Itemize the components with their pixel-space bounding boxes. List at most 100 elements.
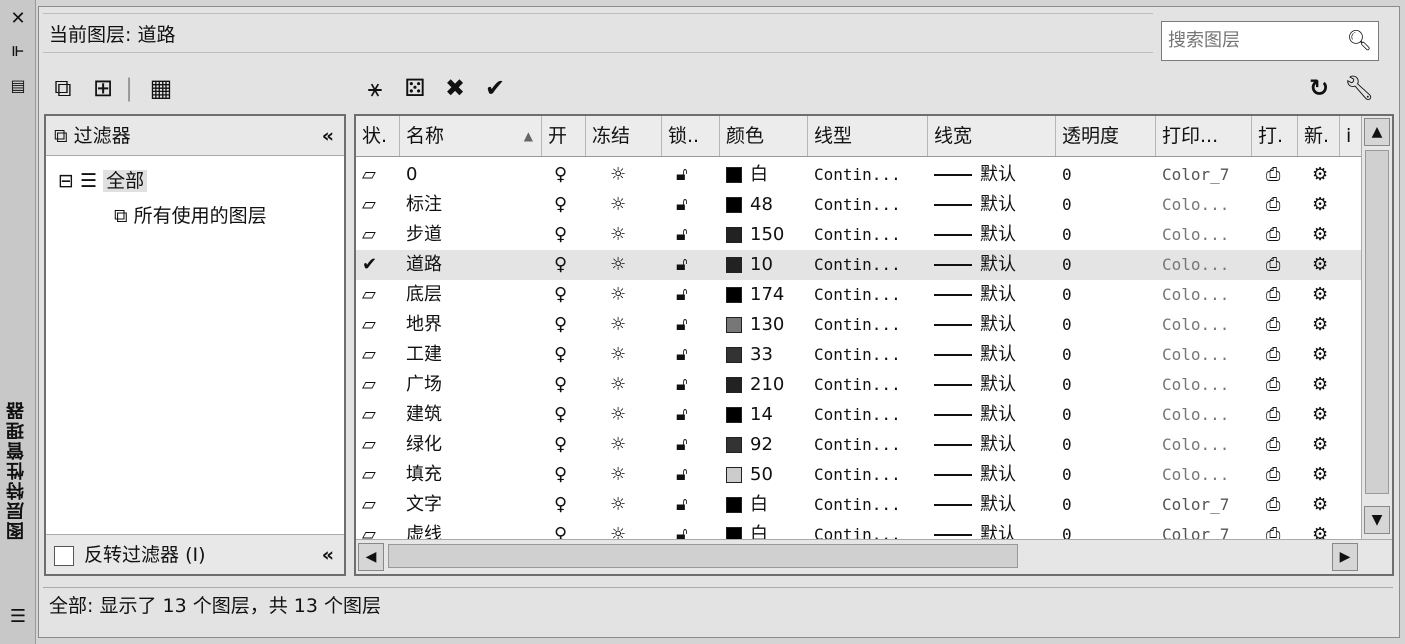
autohide-icon[interactable]: ⊩ (6, 44, 30, 60)
layer-row[interactable]: ▱ 建筑 ♀ ☼ 🔓︎ 14 Contin... 默认 0 Colo... ⎙ ⚙ (356, 400, 1364, 430)
collapse-panel-icon[interactable]: « (322, 535, 334, 575)
sun-icon[interactable]: ☼ (610, 220, 640, 250)
layer-status-icon[interactable]: ▱ (362, 400, 396, 430)
layer-linetype[interactable]: Contin... (814, 190, 924, 220)
unlock-icon[interactable]: 🔓︎ (676, 400, 706, 430)
scroll-up-icon[interactable]: ▲ (1364, 118, 1390, 146)
layer-plot-style[interactable]: Color_7 (1162, 490, 1250, 520)
sun-icon[interactable]: ☼ (610, 460, 640, 490)
layer-transparency[interactable]: 0 (1062, 250, 1152, 280)
layer-status-icon[interactable]: ▱ (362, 430, 396, 460)
layer-linetype[interactable]: Contin... (814, 220, 924, 250)
set-current-icon[interactable]: ✔ (477, 71, 513, 105)
printer-icon[interactable]: ⎙ (1266, 340, 1296, 370)
layer-states-manager-icon[interactable]: ▦ (143, 71, 179, 105)
layer-lineweight[interactable]: 默认 (934, 160, 1052, 190)
printer-icon[interactable]: ⎙ (1266, 460, 1296, 490)
bulb-icon[interactable]: ♀ (554, 250, 584, 280)
layer-color[interactable]: 92 (726, 430, 806, 460)
printer-icon[interactable]: ⎙ (1266, 250, 1296, 280)
layer-name[interactable]: 建筑 (406, 400, 540, 430)
sun-icon[interactable]: ☼ (610, 190, 640, 220)
sun-icon[interactable]: ☼ (610, 370, 640, 400)
invert-filter-checkbox[interactable] (54, 545, 74, 566)
sun-icon[interactable]: ☼ (610, 160, 640, 190)
layer-status-icon[interactable]: ▱ (362, 490, 396, 520)
layer-name[interactable]: 底层 (406, 280, 540, 310)
delete-layer-icon[interactable]: ✖ (437, 71, 473, 105)
new-vp-freeze-icon[interactable]: ⚙ (1312, 490, 1340, 520)
new-vp-freeze-icon[interactable]: ⚙ (1312, 400, 1340, 430)
column-on[interactable]: 开 (542, 116, 586, 156)
close-icon[interactable]: ✕ (6, 8, 30, 29)
layer-name[interactable]: 地界 (406, 310, 540, 340)
column-status[interactable]: 状. (356, 116, 400, 156)
bulb-icon[interactable]: ♀ (554, 370, 584, 400)
layer-linetype[interactable]: Contin... (814, 400, 924, 430)
layer-color[interactable]: 150 (726, 220, 806, 250)
column-new-vp-freeze[interactable]: 新. (1298, 116, 1340, 156)
layer-color[interactable]: 白 (726, 160, 806, 190)
refresh-icon[interactable]: ↻ (1301, 71, 1337, 105)
layer-row[interactable]: ▱ 地界 ♀ ☼ 🔓︎ 130 Contin... 默认 0 Colo... ⎙ ⚙ (356, 310, 1364, 340)
unlock-icon[interactable]: 🔓︎ (676, 250, 706, 280)
layer-name[interactable]: 文字 (406, 490, 540, 520)
layer-lineweight[interactable]: 默认 (934, 340, 1052, 370)
unlock-icon[interactable]: 🔓︎ (676, 340, 706, 370)
layer-lineweight[interactable]: 默认 (934, 400, 1052, 430)
layer-row[interactable]: ▱ 绿化 ♀ ☼ 🔓︎ 92 Contin... 默认 0 Colo... ⎙ ⚙ (356, 430, 1364, 460)
layer-color[interactable]: 10 (726, 250, 806, 280)
collapse-node-icon[interactable]: ⊟ (58, 170, 74, 192)
layer-plot-style[interactable]: Colo... (1162, 460, 1250, 490)
layer-row[interactable]: ▱ 填充 ♀ ☼ 🔓︎ 50 Contin... 默认 0 Colo... ⎙ ⚙ (356, 460, 1364, 490)
layer-linetype[interactable]: Contin... (814, 250, 924, 280)
sun-icon[interactable]: ☼ (610, 430, 640, 460)
properties-menu-icon[interactable]: ▤ (6, 76, 30, 95)
layer-lineweight[interactable]: 默认 (934, 370, 1052, 400)
bulb-icon[interactable]: ♀ (554, 190, 584, 220)
sun-icon[interactable]: ☼ (610, 400, 640, 430)
new-vp-freeze-icon[interactable]: ⚙ (1312, 310, 1340, 340)
layer-transparency[interactable]: 0 (1062, 190, 1152, 220)
layer-transparency[interactable]: 0 (1062, 490, 1152, 520)
new-vp-freeze-icon[interactable]: ⚙ (1312, 340, 1340, 370)
layer-linetype[interactable]: Contin... (814, 370, 924, 400)
search-input[interactable] (1162, 22, 1349, 58)
sun-icon[interactable]: ☼ (610, 280, 640, 310)
layer-lineweight[interactable]: 默认 (934, 190, 1052, 220)
bulb-icon[interactable]: ♀ (554, 220, 584, 250)
layer-row[interactable]: ▱ 文字 ♀ ☼ 🔓︎ 白 Contin... 默认 0 Color_7 ⎙ ⚙ (356, 490, 1364, 520)
layer-transparency[interactable]: 0 (1062, 340, 1152, 370)
layer-linetype[interactable]: Contin... (814, 280, 924, 310)
scroll-right-icon[interactable]: ▶ (1332, 543, 1358, 571)
tree-node-used[interactable]: ⧉ 所有使用的图层 (58, 201, 267, 228)
layer-color[interactable]: 210 (726, 370, 806, 400)
unlock-icon[interactable]: 🔓︎ (676, 220, 706, 250)
layer-plot-style[interactable]: Colo... (1162, 340, 1250, 370)
layer-lineweight[interactable]: 默认 (934, 310, 1052, 340)
layer-lineweight[interactable]: 默认 (934, 220, 1052, 250)
sun-icon[interactable]: ☼ (610, 310, 640, 340)
layer-row[interactable]: ▱ 工建 ♀ ☼ 🔓︎ 33 Contin... 默认 0 Colo... ⎙ ⚙ (356, 340, 1364, 370)
new-group-filter-icon[interactable]: ⊞ (85, 71, 121, 105)
sun-icon[interactable]: ☼ (610, 250, 640, 280)
bulb-icon[interactable]: ♀ (554, 340, 584, 370)
layer-color[interactable]: 白 (726, 490, 806, 520)
bulb-icon[interactable]: ♀ (554, 400, 584, 430)
new-vp-freeze-icon[interactable]: ⚙ (1312, 370, 1340, 400)
bulb-icon[interactable]: ♀ (554, 490, 584, 520)
layer-status-icon[interactable]: ▱ (362, 160, 396, 190)
settings-icon[interactable]: 🔧︎ (1341, 71, 1377, 105)
layer-plot-style[interactable]: Colo... (1162, 430, 1250, 460)
layer-color[interactable]: 174 (726, 280, 806, 310)
layer-name[interactable]: 0 (406, 160, 540, 190)
layer-status-icon[interactable]: ▱ (362, 370, 396, 400)
layer-name[interactable]: 道路 (406, 250, 540, 280)
layer-lineweight[interactable]: 默认 (934, 460, 1052, 490)
printer-icon[interactable]: ⎙ (1266, 430, 1296, 460)
bulb-icon[interactable]: ♀ (554, 310, 584, 340)
layer-color[interactable]: 48 (726, 190, 806, 220)
printer-icon[interactable]: ⎙ (1266, 160, 1296, 190)
new-vp-freeze-icon[interactable]: ⚙ (1312, 190, 1340, 220)
unlock-icon[interactable]: 🔓︎ (676, 460, 706, 490)
